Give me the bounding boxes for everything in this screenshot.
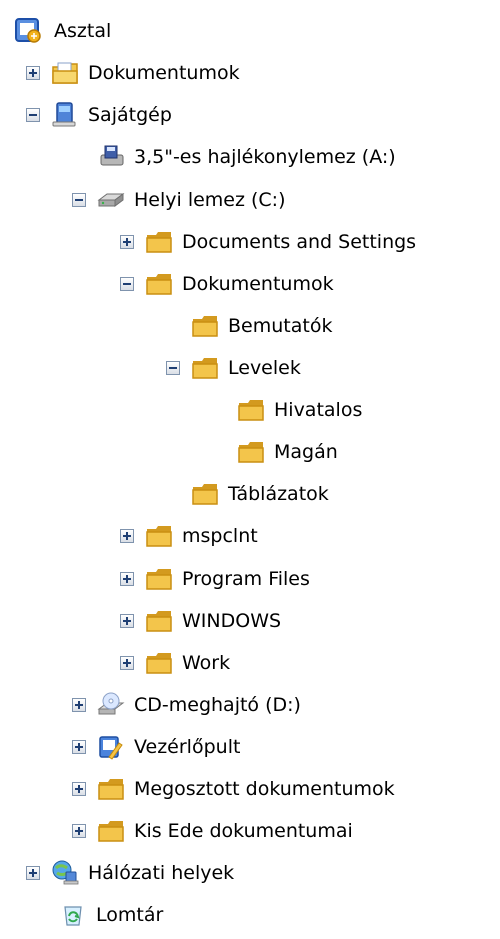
tree-item-label: WINDOWS [182, 610, 282, 632]
tree-item-control-panel[interactable]: Vezérlőpult [72, 727, 240, 767]
tree-item-cd-drive[interactable]: CD-meghajtó (D:) [72, 685, 301, 725]
tree-item-label: Sajátgép [88, 104, 172, 126]
expand-icon[interactable] [120, 529, 134, 543]
expand-icon[interactable] [120, 656, 134, 670]
tree-item-spreadsheets[interactable]: Táblázatok [190, 474, 329, 514]
tree-item-label: Documents and Settings [182, 231, 417, 253]
tree-item-label: Vezérlőpult [134, 736, 241, 758]
tree-item-label: Program Files [182, 568, 310, 590]
my-computer-icon [50, 101, 80, 129]
tree-item-network-places[interactable]: Hálózati helyek [26, 853, 234, 893]
tree-item-label: Lomtár [96, 904, 164, 926]
tree-item-label: Megosztott dokumentumok [134, 778, 395, 800]
tree-item-label: Dokumentumok [88, 62, 240, 84]
folder-icon [144, 649, 174, 677]
tree-item-label: Hivatalos [274, 399, 363, 421]
folder-icon [144, 270, 174, 298]
tree-item-label: Hálózati helyek [88, 862, 235, 884]
folder-icon [96, 775, 126, 803]
expand-icon[interactable] [26, 866, 40, 880]
folder-icon [96, 817, 126, 845]
expand-icon[interactable] [120, 235, 134, 249]
expand-icon[interactable] [120, 572, 134, 586]
tree-item-label: 3,5"-es hajlékonylemez (A:) [134, 146, 396, 168]
tree-item-label: Dokumentumok [182, 273, 334, 295]
folder-tree: Asztal Dokumentumok Sajátgép 3,5"-es haj… [0, 0, 500, 939]
tree-item-letters[interactable]: Levelek [166, 348, 301, 388]
tree-item-label: Helyi lemez (C:) [134, 189, 286, 211]
tree-item-label: Táblázatok [228, 483, 329, 505]
folder-icon [144, 607, 174, 635]
folder-icon [144, 522, 174, 550]
expand-icon[interactable] [72, 782, 86, 796]
tree-item-label: Magán [274, 441, 338, 463]
desktop-icon [14, 17, 44, 45]
tree-item-floppy-drive[interactable]: 3,5"-es hajlékonylemez (A:) [96, 137, 396, 177]
tree-item-work[interactable]: Work [120, 643, 230, 683]
network-places-icon [50, 859, 80, 887]
folder-icon [236, 438, 266, 466]
control-panel-icon [96, 733, 126, 761]
collapse-icon[interactable] [166, 361, 180, 375]
tree-item-label: CD-meghajtó (D:) [134, 694, 301, 716]
tree-item-windows[interactable]: WINDOWS [120, 601, 281, 641]
tree-item-documents[interactable]: Dokumentumok [26, 53, 240, 93]
tree-item-my-computer[interactable]: Sajátgép [26, 95, 172, 135]
cd-drive-icon [96, 691, 126, 719]
tree-item-documents-and-settings[interactable]: Documents and Settings [120, 222, 416, 262]
expand-icon[interactable] [120, 614, 134, 628]
collapse-icon[interactable] [120, 277, 134, 291]
recycle-bin-icon [58, 901, 88, 929]
folder-icon [144, 565, 174, 593]
folder-icon [236, 396, 266, 424]
tree-item-label: Levelek [228, 357, 301, 379]
folder-icon [190, 354, 220, 382]
collapse-icon[interactable] [72, 193, 86, 207]
tree-item-label: Kis Ede dokumentumai [134, 820, 353, 842]
documents-icon [50, 59, 80, 87]
tree-item-label: Bemutatók [228, 315, 333, 337]
tree-item-mspclnt[interactable]: mspclnt [120, 516, 258, 556]
tree-item-local-disk[interactable]: Helyi lemez (C:) [72, 180, 286, 220]
expand-icon[interactable] [72, 740, 86, 754]
hard-drive-icon [96, 186, 126, 214]
floppy-drive-icon [96, 143, 126, 171]
tree-item-c-documents[interactable]: Dokumentumok [120, 264, 334, 304]
folder-icon [190, 480, 220, 508]
tree-item-recycle-bin[interactable]: Lomtár [58, 895, 163, 935]
tree-item-private[interactable]: Magán [236, 432, 338, 472]
tree-item-label: Asztal [54, 20, 112, 42]
tree-item-label: Work [182, 652, 231, 674]
tree-item-label: mspclnt [182, 525, 258, 547]
tree-item-presentations[interactable]: Bemutatók [190, 306, 332, 346]
tree-item-user-documents[interactable]: Kis Ede dokumentumai [72, 811, 353, 851]
tree-item-shared-documents[interactable]: Megosztott dokumentumok [72, 769, 395, 809]
tree-item-program-files[interactable]: Program Files [120, 559, 310, 599]
tree-item-official[interactable]: Hivatalos [236, 390, 362, 430]
folder-icon [190, 312, 220, 340]
expand-icon[interactable] [72, 698, 86, 712]
expand-icon[interactable] [26, 66, 40, 80]
folder-icon [144, 228, 174, 256]
expand-icon[interactable] [72, 824, 86, 838]
collapse-icon[interactable] [26, 108, 40, 122]
tree-item-desktop[interactable]: Asztal [14, 11, 111, 51]
